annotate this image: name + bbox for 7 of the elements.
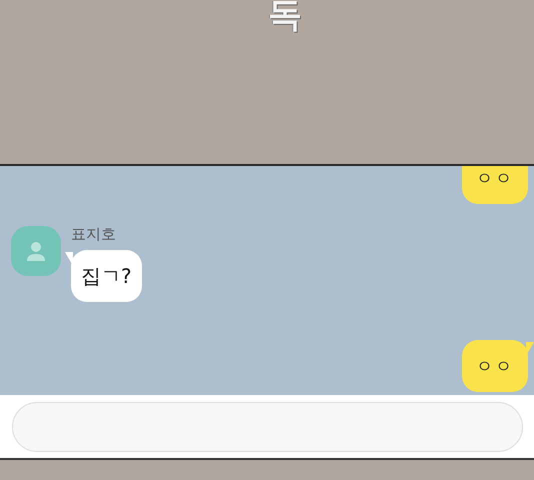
message-bubble: 집ㄱ? [71, 250, 142, 302]
message-input[interactable] [12, 402, 523, 452]
message-bubble: ㅇㅇ [462, 166, 528, 204]
caption-text: 독 [268, 0, 302, 37]
message-bubble: ㅇㅇ [462, 340, 528, 392]
sender-name: 표지호 [71, 225, 117, 244]
avatar-icon [11, 226, 61, 276]
